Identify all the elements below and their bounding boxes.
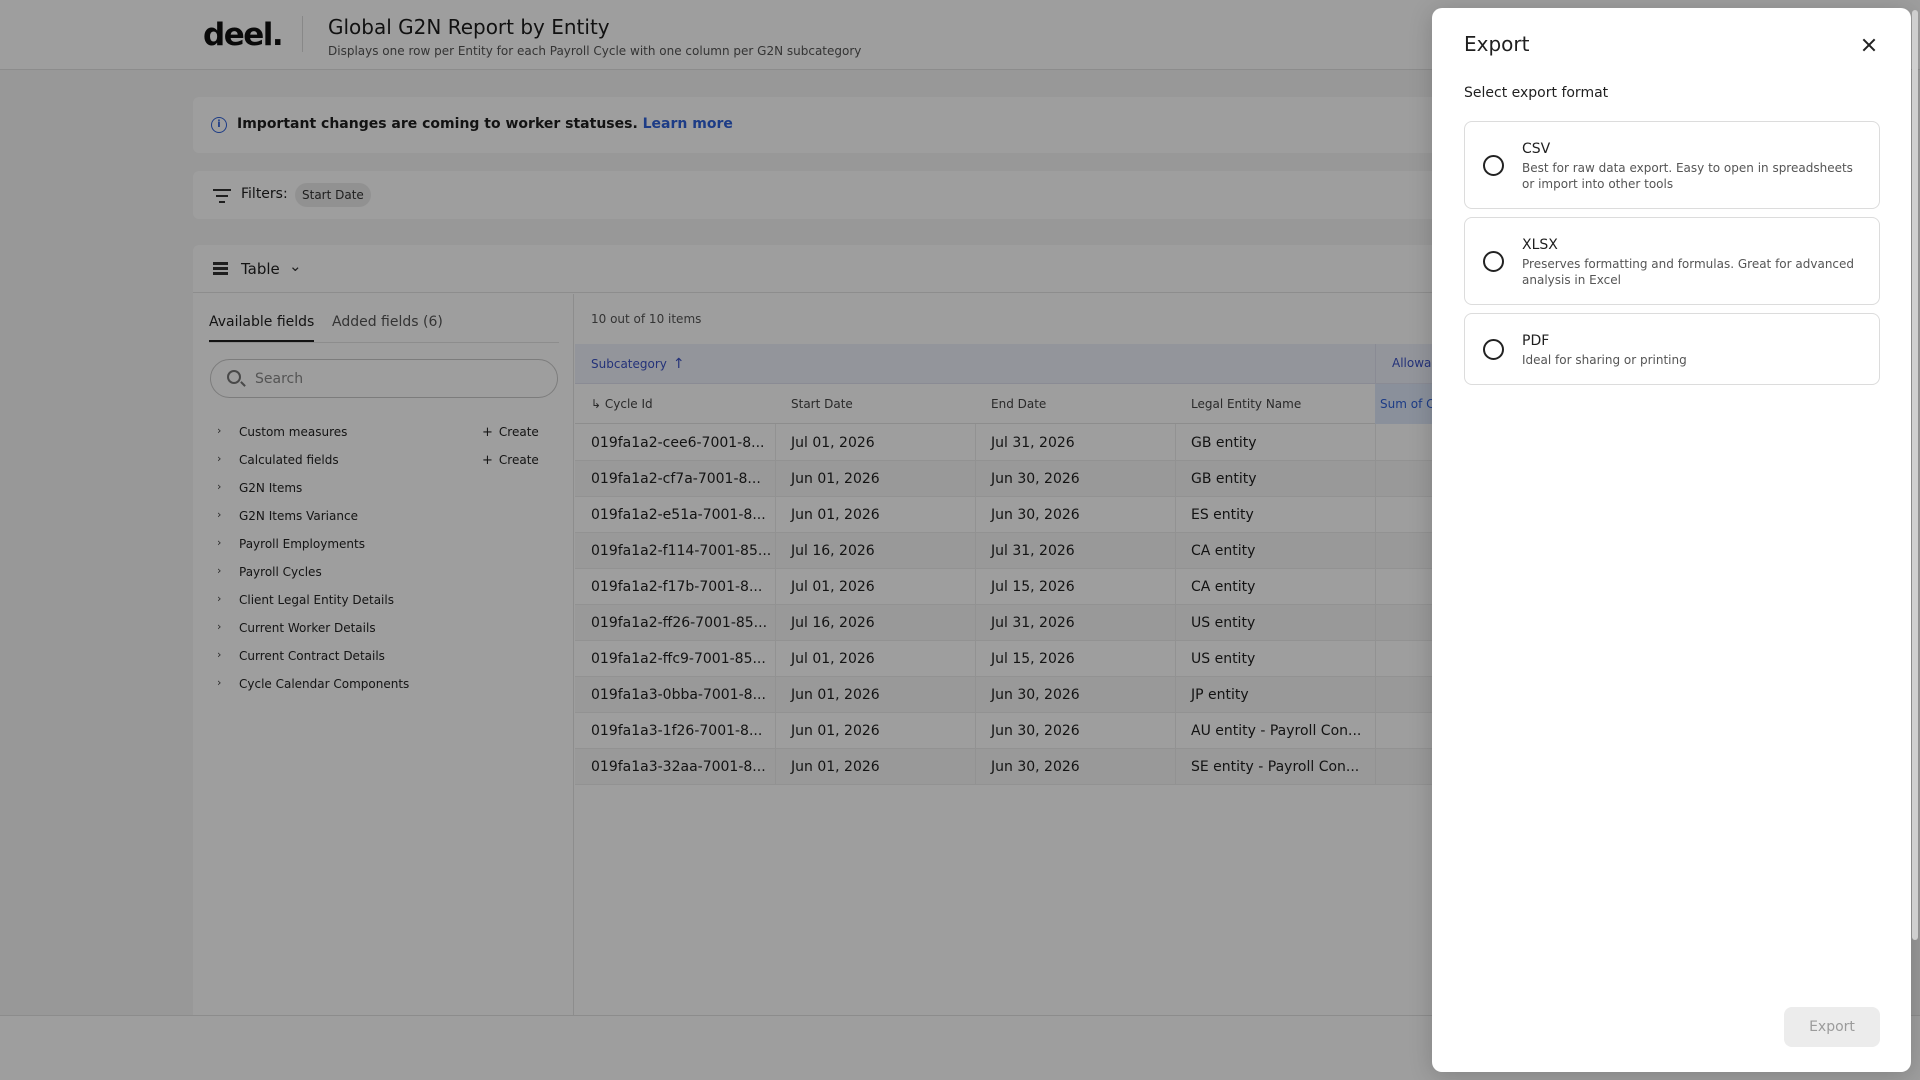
option-title-pdf: PDF: [1522, 333, 1550, 349]
radio-csv[interactable]: [1483, 155, 1504, 176]
drawer-title: Export: [1464, 32, 1530, 56]
option-title-xlsx: XLSX: [1522, 237, 1558, 253]
radio-xlsx[interactable]: [1483, 251, 1504, 272]
page-scrollbar[interactable]: [1912, 10, 1918, 940]
option-desc-pdf: Ideal for sharing or printing: [1522, 353, 1687, 367]
radio-pdf[interactable]: [1483, 339, 1504, 360]
export-button[interactable]: Export: [1784, 1007, 1880, 1047]
export-option-csv[interactable]: CSV Best for raw data export. Easy to op…: [1464, 121, 1880, 209]
export-format-label: Select export format: [1464, 85, 1609, 101]
option-desc-xlsx: Preserves formatting and formulas. Great…: [1522, 257, 1855, 287]
option-desc-csv: Best for raw data export. Easy to open i…: [1522, 161, 1853, 191]
export-option-pdf[interactable]: PDF Ideal for sharing or printing: [1464, 313, 1880, 385]
export-drawer: Export Select export format CSV Best for…: [1432, 8, 1911, 1072]
option-title-csv: CSV: [1522, 141, 1551, 157]
close-button[interactable]: [1856, 32, 1882, 58]
export-option-xlsx[interactable]: XLSX Preserves formatting and formulas. …: [1464, 217, 1880, 305]
